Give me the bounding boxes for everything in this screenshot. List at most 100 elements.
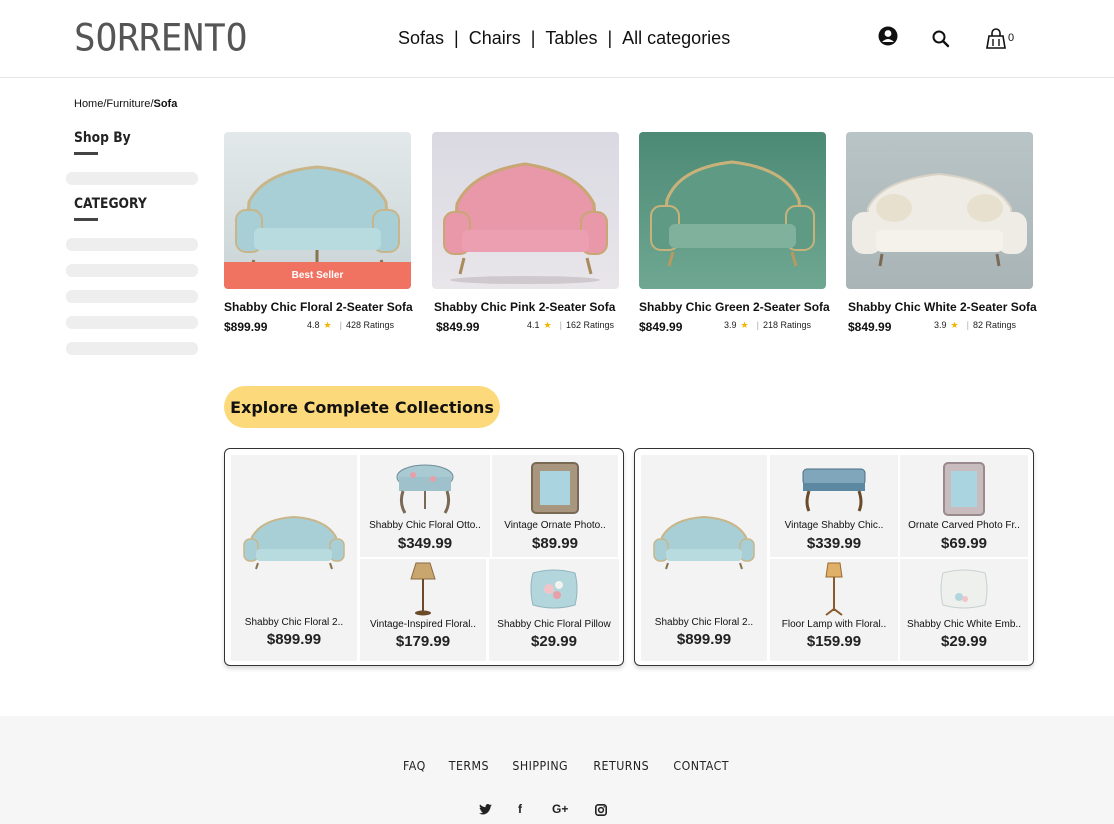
item-price: $899.99 [676, 631, 732, 648]
category-placeholder[interactable] [66, 264, 198, 277]
google-plus-icon[interactable]: G+ [552, 802, 568, 816]
collection-item[interactable]: Shabby Chic Floral Otto.. $349.99 [360, 455, 490, 557]
category-placeholder[interactable] [66, 290, 198, 303]
twitter-icon[interactable] [479, 804, 492, 818]
product-price: $899.99 [224, 320, 268, 334]
item-price: $69.99 [941, 535, 987, 552]
product-card[interactable]: Shabby Chic Pink 2-Seater Sofa $849.99 4… [432, 132, 620, 334]
footer-links: FAQ TERMS SHIPPING RETURNS CONTACT [402, 759, 752, 773]
category-placeholder[interactable] [66, 238, 198, 251]
search-icon[interactable] [931, 29, 951, 54]
nav-item-tables[interactable]: Tables [545, 28, 597, 49]
product-price: $849.99 [436, 320, 480, 334]
product-price: $849.99 [848, 320, 892, 334]
nav-separator: | [454, 28, 459, 48]
product-image[interactable] [432, 132, 619, 289]
heading-underline [74, 218, 98, 221]
breadcrumb-current: Sofa [153, 98, 178, 110]
product-card[interactable]: Best Seller Shabby Chic Floral 2-Seater … [224, 132, 413, 334]
star-icon: ★ [543, 320, 552, 330]
item-name: Shabby Chic White Emb.. [907, 619, 1021, 630]
breadcrumb-furniture[interactable]: Furniture [106, 98, 150, 110]
product-rating: 3.9 ★ | 218 Ratings [724, 320, 811, 330]
sofa-thumbnail [243, 515, 345, 570]
item-price: $349.99 [397, 535, 453, 552]
product-title[interactable]: Shabby Chic Pink 2-Seater Sofa [434, 300, 615, 314]
collection-bundle[interactable]: Shabby Chic Floral 2.. $899.99 Shabby Ch… [224, 448, 624, 666]
footer-link-returns[interactable]: RETURNS [593, 759, 649, 773]
category-placeholder[interactable] [66, 316, 198, 329]
filter-placeholder[interactable] [66, 172, 198, 185]
product-title[interactable]: Shabby Chic Floral 2-Seater Sofa [224, 300, 413, 314]
collection-main-item[interactable]: Shabby Chic Floral 2.. $899.99 [641, 455, 767, 661]
collection-item[interactable]: Ornate Carved Photo Fr.. $69.99 [900, 455, 1028, 557]
item-price: $899.99 [266, 631, 322, 648]
item-name: Shabby Chic Floral Pillow [497, 619, 611, 630]
rating-value: 4.1 [527, 320, 540, 330]
category-placeholder[interactable] [66, 342, 198, 355]
cart-icon[interactable] [985, 28, 1007, 55]
explore-collections-button[interactable]: Explore Complete Collections [224, 386, 500, 428]
item-name: Vintage Ornate Photo.. [504, 520, 606, 531]
collection-main-item[interactable]: Shabby Chic Floral 2.. $899.99 [231, 455, 357, 661]
item-price: $179.99 [395, 633, 451, 650]
photo-frame-thumbnail [943, 462, 985, 516]
footer-link-terms[interactable]: TERMS [448, 759, 488, 773]
product-title[interactable]: Shabby Chic Green 2-Seater Sofa [639, 300, 830, 314]
nav-item-sofas[interactable]: Sofas [398, 28, 444, 49]
rating-value: 3.9 [934, 320, 947, 330]
product-rating: 4.1 ★ | 162 Ratings [527, 320, 614, 330]
breadcrumb: Home/Furniture/Sofa [74, 98, 177, 110]
footer-link-shipping[interactable]: SHIPPING [513, 759, 569, 773]
nav-item-all-categories[interactable]: All categories [622, 28, 730, 49]
main-nav: Sofas | Chairs | Tables | All categories [398, 28, 730, 49]
product-image[interactable] [846, 132, 1033, 289]
star-icon: ★ [950, 320, 959, 330]
product-rating: 3.9 ★ | 82 Ratings [934, 320, 1016, 330]
best-seller-badge: Best Seller [224, 262, 411, 289]
item-name: Vintage Shabby Chic.. [784, 520, 884, 531]
sofa-thumbnail [653, 515, 755, 570]
floor-lamp-thumbnail [825, 562, 843, 616]
footer-link-faq[interactable]: FAQ [403, 759, 426, 773]
star-icon: ★ [323, 320, 332, 330]
floor-lamp-thumbnail [410, 562, 436, 616]
heading-underline [74, 152, 98, 155]
product-image[interactable]: Best Seller [224, 132, 411, 289]
item-name: Shabby Chic Floral Otto.. [369, 520, 481, 531]
collection-item[interactable]: Vintage-Inspired Floral.. $179.99 [360, 559, 486, 661]
collection-item[interactable]: Vintage Ornate Photo.. $89.99 [492, 455, 618, 557]
collection-item[interactable]: Shabby Chic White Emb.. $29.99 [900, 559, 1028, 661]
product-card[interactable]: Shabby Chic Green 2-Seater Sofa $849.99 … [639, 132, 830, 334]
nav-item-chairs[interactable]: Chairs [469, 28, 521, 49]
item-price: $339.99 [806, 535, 862, 552]
category-heading: CATEGORY [74, 196, 147, 212]
ratings-count: 428 Ratings [345, 320, 394, 330]
collection-item[interactable]: Vintage Shabby Chic.. $339.99 [770, 455, 898, 557]
collection-bundle[interactable]: Shabby Chic Floral 2.. $899.99 Vintage S… [634, 448, 1034, 666]
product-title[interactable]: Shabby Chic White 2-Seater Sofa [848, 300, 1037, 314]
collection-item[interactable]: Shabby Chic Floral Pillow $29.99 [489, 559, 619, 661]
ratings-count: 218 Ratings [762, 320, 811, 330]
instagram-icon[interactable] [595, 804, 607, 819]
rating-value: 3.9 [724, 320, 737, 330]
cart-count-badge: 0 [1008, 32, 1015, 44]
breadcrumb-home[interactable]: Home [74, 98, 103, 110]
footer-link-contact[interactable]: CONTACT [674, 759, 730, 773]
nav-separator: | [530, 28, 536, 48]
bench-thumbnail [802, 468, 866, 512]
product-rating: 4.8 ★ | 428 Ratings [307, 320, 394, 330]
item-name: Shabby Chic Floral 2.. [654, 617, 754, 628]
product-card[interactable]: Shabby Chic White 2-Seater Sofa $849.99 … [846, 132, 1037, 334]
collection-item[interactable]: Floor Lamp with Floral.. $159.99 [770, 559, 898, 661]
facebook-icon[interactable]: f [518, 802, 522, 816]
pillow-thumbnail [940, 569, 988, 609]
product-image[interactable] [639, 132, 826, 289]
item-price: $159.99 [806, 633, 862, 650]
site-logo[interactable]: SORRENTO [74, 17, 247, 60]
item-price: $29.99 [941, 633, 987, 650]
user-account-icon[interactable] [878, 26, 898, 51]
item-name: Ornate Carved Photo Fr.. [908, 520, 1020, 531]
ratings-count: 162 Ratings [565, 320, 614, 330]
item-name: Vintage-Inspired Floral.. [370, 619, 476, 630]
